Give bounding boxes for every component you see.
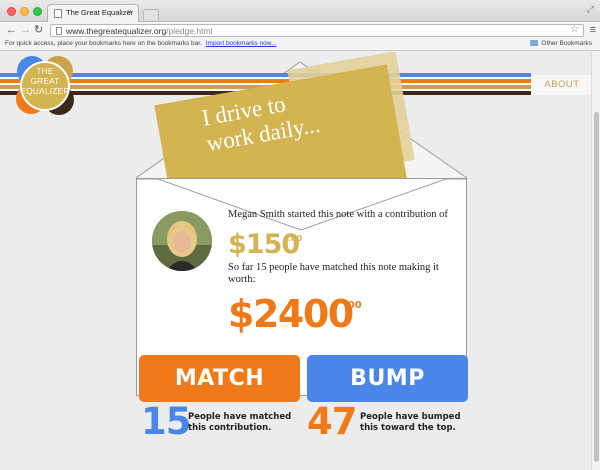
bookmark-star-icon[interactable]: ☆ [570, 24, 579, 35]
bump-count: 47 [307, 400, 357, 443]
other-bookmarks-folder[interactable]: Other Bookmarks [530, 40, 592, 47]
fullscreen-icon[interactable]: ⤢ [587, 4, 594, 15]
url-text: www.thegreatequalizer.org/pledge.html [66, 26, 213, 36]
zoom-window-button[interactable] [33, 7, 42, 16]
forward-arrow-icon[interactable]: → [20, 23, 31, 37]
match-button[interactable]: MATCH [139, 355, 300, 402]
import-bookmarks-link[interactable]: Import bookmarks now... [206, 40, 277, 47]
matched-summary-text: So far 15 people have matched this note … [228, 262, 439, 285]
back-arrow-icon[interactable]: ← [6, 23, 17, 37]
scrollbar-thumb[interactable] [594, 112, 599, 462]
page-scrollbar[interactable] [591, 52, 600, 470]
bookmarks-hint: For quick access, place your bookmarks h… [5, 40, 277, 47]
browser-menu-icon[interactable]: ≡ [590, 24, 596, 36]
browser-titlebar: The Great Equalizer × ⤢ [0, 0, 600, 22]
folder-icon [530, 40, 539, 46]
total-note-value: $2400 [228, 292, 354, 336]
bump-button[interactable]: BUMP [307, 355, 468, 402]
bookmarks-bar: For quick access, place your bookmarks h… [0, 39, 600, 51]
match-count: 15 [141, 400, 191, 443]
new-tab-button[interactable] [143, 9, 159, 20]
page-favicon-icon [54, 9, 62, 18]
tab-close-icon[interactable]: × [127, 7, 132, 17]
browser-toolbar: ← → ↻ www.thegreatequalizer.org/pledge.h… [0, 22, 600, 39]
reload-icon[interactable]: ↻ [34, 23, 43, 37]
tab-title: The Great Equalizer [66, 8, 134, 17]
pledge-starter-text: Megan Smith started this note with a con… [228, 209, 448, 220]
logo-text: THE GREAT EQUALIZER [20, 67, 70, 96]
total-note-value-cents: .00 [344, 300, 362, 311]
user-photo-icon [152, 211, 212, 271]
nav-about-link[interactable]: ABOUT [531, 75, 593, 95]
avatar [152, 211, 212, 271]
page-viewport: ABOUT THE GREAT EQUALIZER I drive to wor… [0, 52, 600, 470]
minimize-window-button[interactable] [20, 7, 29, 16]
bump-count-label: People have bumped this toward the top. [360, 412, 461, 433]
address-bar[interactable]: www.thegreatequalizer.org/pledge.html ☆ [50, 24, 584, 37]
match-count-label: People have matched this contribution. [188, 412, 292, 433]
close-window-button[interactable] [7, 7, 16, 16]
browser-tab[interactable]: The Great Equalizer × [47, 4, 139, 22]
initial-contribution-cents: .00 [288, 234, 303, 243]
page-icon [56, 27, 62, 35]
site-logo[interactable]: THE GREAT EQUALIZER [14, 55, 76, 117]
